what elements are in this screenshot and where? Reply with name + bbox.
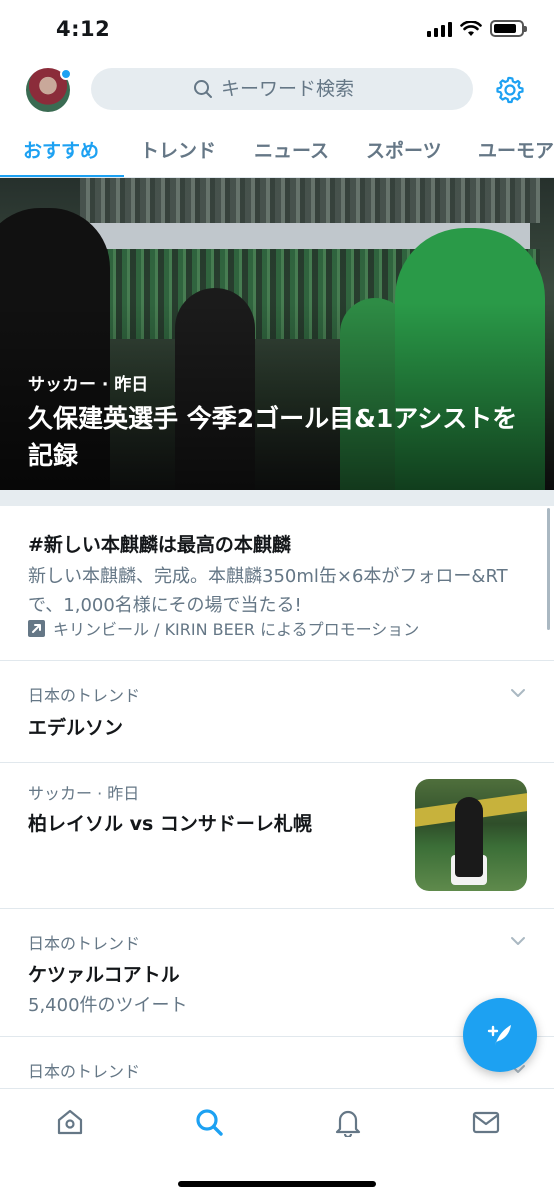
messages-icon[interactable] <box>471 1107 501 1137</box>
status-bar: 4:12 <box>0 0 554 60</box>
hero-title: 久保建英選手 今季2ゴール目&1アシストを記録 <box>28 404 518 470</box>
promoted-trend[interactable]: #新しい本麒麟は最高の本麒麟 新しい本麒麟、完成。本麒麟350ml缶×6本がフォ… <box>0 506 554 661</box>
gear-icon[interactable] <box>495 75 525 105</box>
search-icon <box>194 80 212 98</box>
chevron-down-icon[interactable] <box>510 933 526 949</box>
tab-trends[interactable]: トレンド <box>140 136 216 163</box>
tab-news[interactable]: ニュース <box>254 136 329 163</box>
promo-description: 新しい本麒麟、完成。本麒麟350ml缶×6本がフォロー&RTで、1,000名様に… <box>28 566 508 616</box>
promo-title: #新しい本麒麟は最高の本麒麟 <box>28 534 291 556</box>
explore-tabs: おすすめ トレンド ニュース スポーツ ユーモア <box>0 122 554 178</box>
compose-tweet-button[interactable] <box>463 998 537 1072</box>
promoted-by: キリンビール / KIRIN BEER によるプロモーション <box>28 616 419 640</box>
trend-item[interactable]: 日本のトレンド エデルソン <box>0 661 554 763</box>
trend-meta: 日本のトレンド <box>28 686 141 705</box>
scrollbar[interactable] <box>547 508 550 630</box>
promoted-by-label: キリンビール / KIRIN BEER によるプロモーション <box>53 620 420 639</box>
compose-icon <box>487 1025 511 1046</box>
trend-meta: サッカー · 昨日 <box>28 784 140 803</box>
promoted-icon <box>28 619 45 637</box>
search-bar[interactable] <box>91 68 473 110</box>
tab-recommended[interactable]: おすすめ <box>23 136 99 163</box>
chevron-down-icon[interactable] <box>510 685 526 701</box>
trend-name: ケツァルコアトル <box>28 964 180 986</box>
trend-meta: 日本のトレンド <box>28 1062 141 1081</box>
search-icon[interactable] <box>194 1107 224 1137</box>
status-icons <box>427 20 527 37</box>
notifications-icon[interactable] <box>333 1107 363 1137</box>
tab-humor[interactable]: ユーモア <box>478 136 554 163</box>
trend-name: エデルソン <box>28 717 124 739</box>
signal-icon <box>427 21 452 37</box>
status-time: 4:12 <box>56 17 111 41</box>
search-input[interactable] <box>221 78 371 100</box>
wifi-icon <box>460 20 482 36</box>
home-indicator[interactable] <box>178 1181 376 1187</box>
notification-dot <box>60 68 72 80</box>
hero-meta: サッカー · 昨日 <box>28 375 149 395</box>
trend-item[interactable]: サッカー · 昨日 柏レイソル vs コンサドーレ札幌 <box>0 763 554 909</box>
section-divider <box>0 490 554 506</box>
avatar[interactable] <box>26 68 72 112</box>
home-icon[interactable] <box>55 1107 85 1137</box>
hero-story[interactable]: サッカー · 昨日 久保建英選手 今季2ゴール目&1アシストを記録 <box>0 178 554 490</box>
tweet-count: 5,400件のツイート <box>28 995 188 1016</box>
tab-sports[interactable]: スポーツ <box>366 136 442 163</box>
battery-icon <box>490 20 527 37</box>
trend-thumbnail <box>415 779 527 891</box>
trend-name: 柏レイソル vs コンサドーレ札幌 <box>28 813 312 835</box>
trend-meta: 日本のトレンド <box>28 934 141 953</box>
top-header <box>0 62 554 118</box>
